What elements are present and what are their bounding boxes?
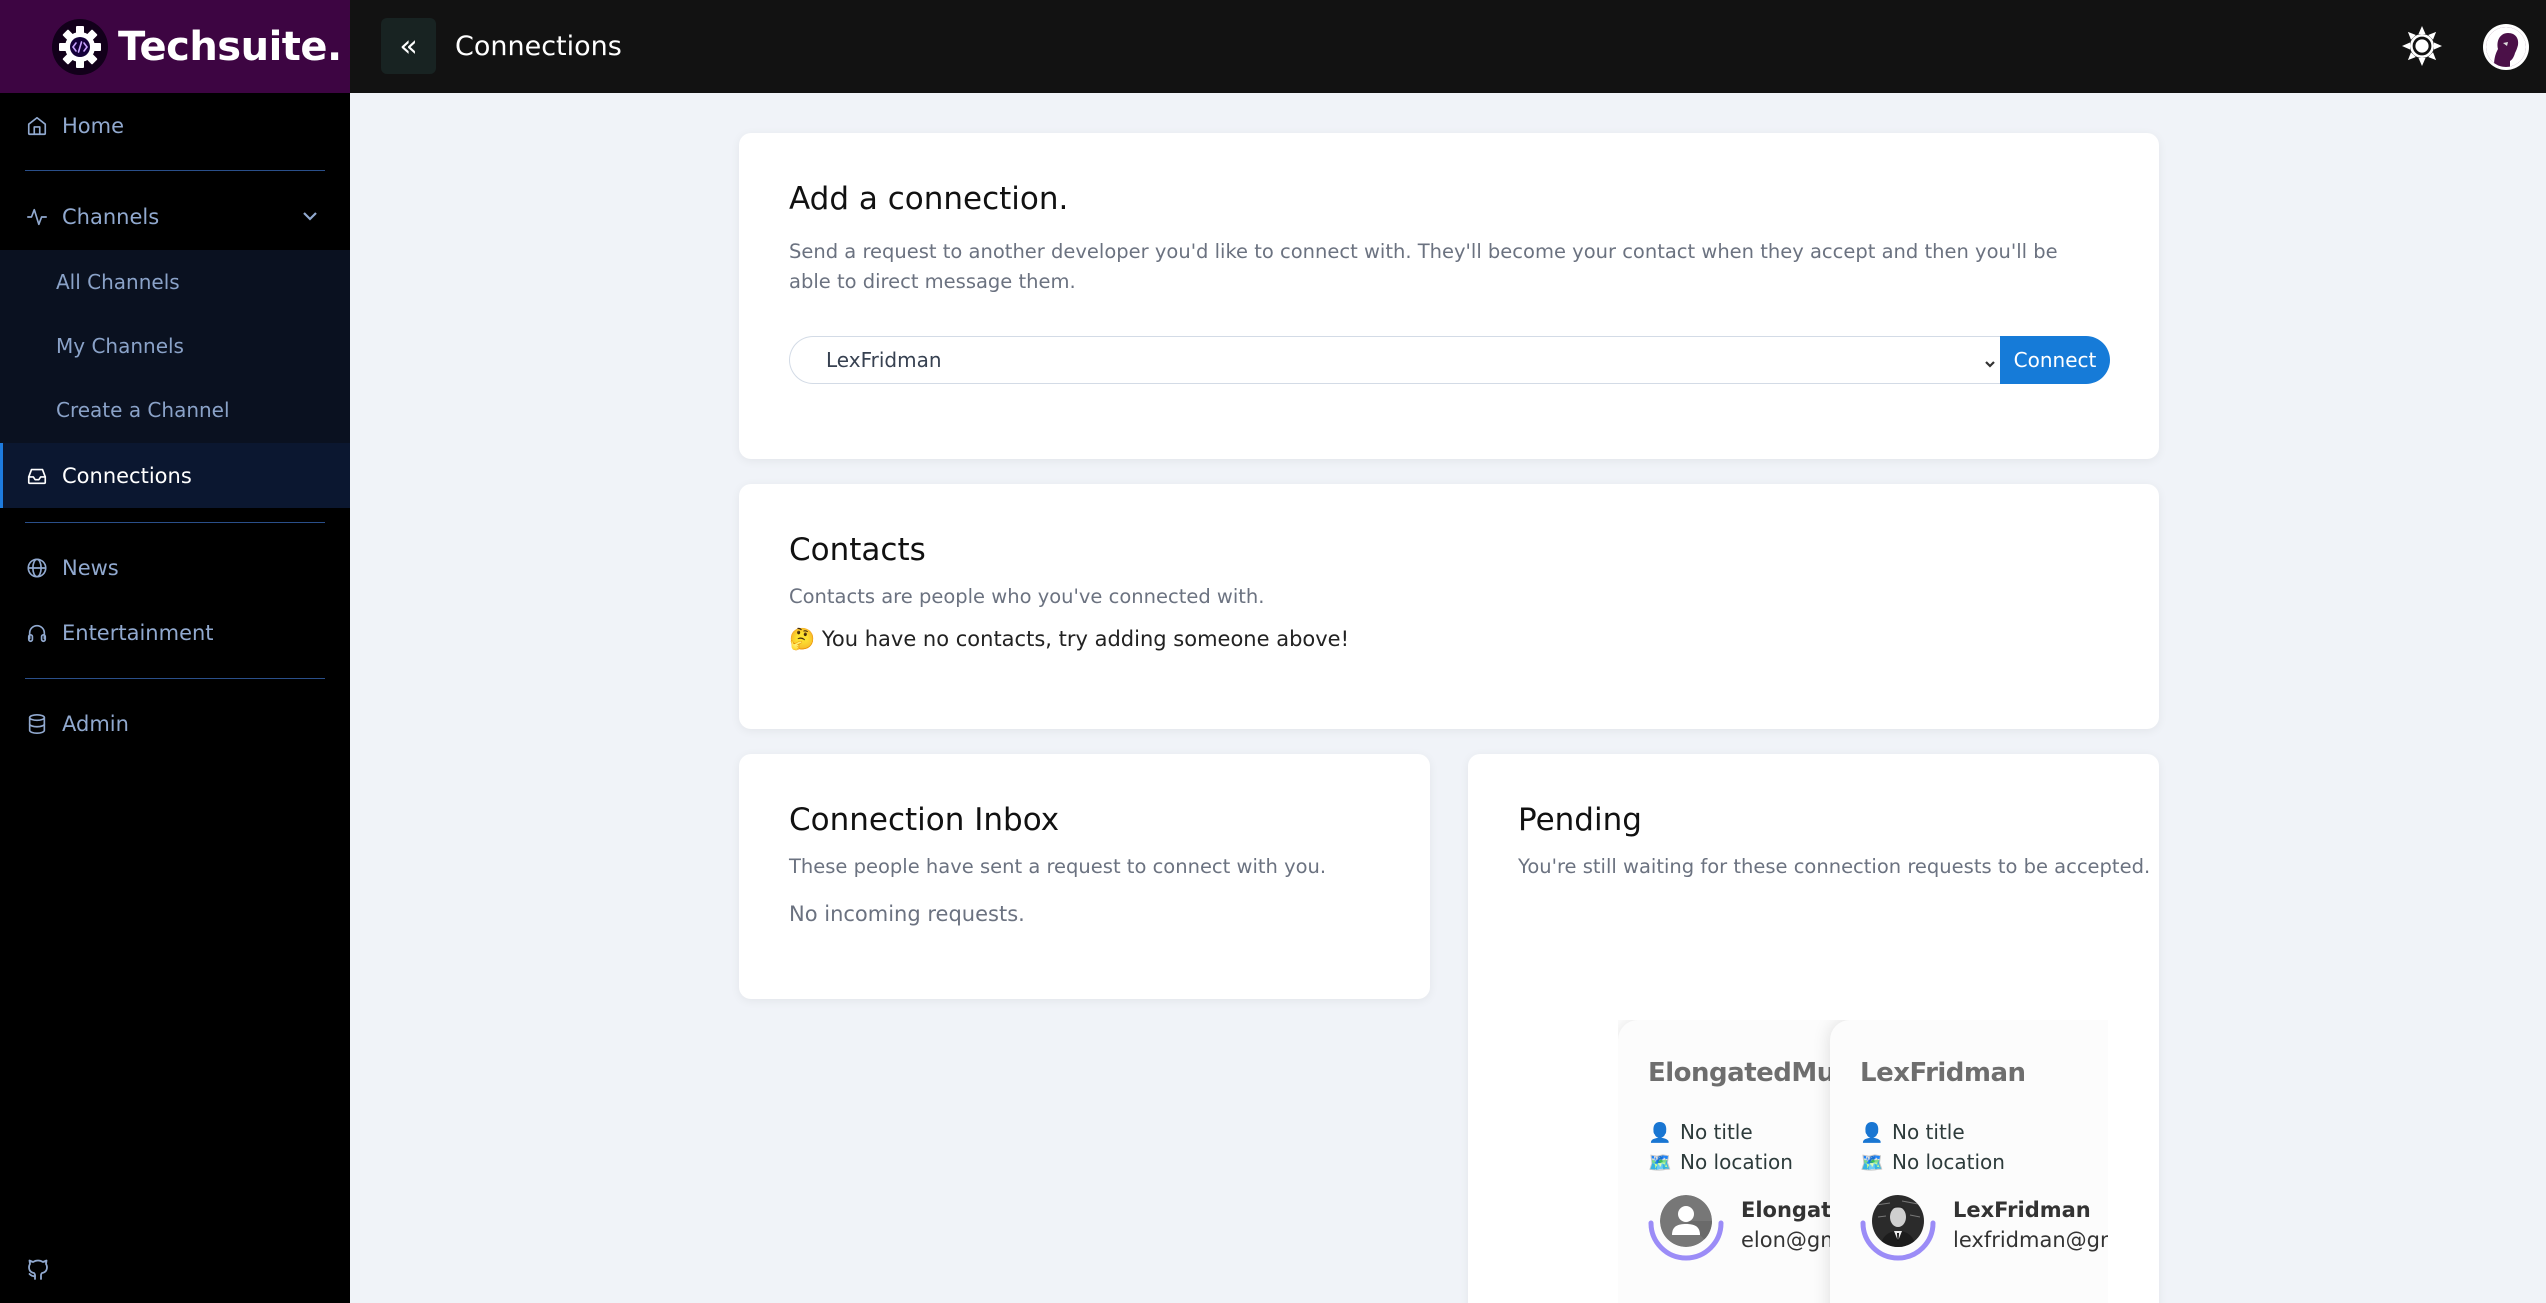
pending-title: Pending (1518, 802, 1642, 838)
sidebar-divider (25, 522, 325, 523)
github-icon[interactable] (26, 1258, 50, 1282)
theme-toggle-button[interactable] (2400, 24, 2444, 68)
add-connection-card: Add a connection. Send a request to anot… (739, 133, 2159, 459)
sidebar-item-entertainment[interactable]: Entertainment (0, 600, 350, 665)
sidebar-item-home[interactable]: Home (0, 93, 350, 158)
activity-icon (26, 206, 48, 228)
sun-icon (2402, 26, 2442, 66)
user-select[interactable]: LexFridman (789, 336, 2001, 384)
inbox-icon (26, 465, 48, 487)
person-icon: 👤 (1860, 1121, 1884, 1144)
sidebar-divider (25, 170, 325, 171)
sidebar-item-label: News (62, 555, 119, 580)
inbox-empty-message: No incoming requests. (789, 902, 1025, 926)
sidebar-item-all-channels[interactable]: All Channels (0, 250, 350, 314)
connection-inbox-card: Connection Inbox These people have sent … (739, 754, 1430, 999)
add-connection-description: Send a request to another developer you'… (789, 240, 2058, 293)
user-select-value: LexFridman (826, 348, 942, 372)
sidebar-item-my-channels[interactable]: My Channels (0, 314, 350, 378)
globe-icon (26, 557, 48, 579)
pending-description: You're still waiting for these connectio… (1518, 855, 2151, 878)
contacts-title: Contacts (789, 532, 926, 568)
default-user-avatar-icon (1660, 1195, 1712, 1247)
collapse-sidebar-button[interactable]: « (381, 18, 436, 74)
double-chevron-left-icon: « (399, 28, 418, 64)
sidebar-item-label: Entertainment (62, 620, 214, 645)
connect-button[interactable]: Connect (2000, 336, 2110, 384)
thinking-face-icon: 🤔 (789, 627, 816, 651)
world-map-icon: 🗺️ (1860, 1151, 1884, 1174)
profile-location-row: 🗺️ No location (1648, 1150, 1793, 1174)
sidebar-item-news[interactable]: News (0, 535, 350, 600)
page-title: Connections (455, 31, 622, 62)
database-icon (26, 713, 48, 735)
sidebar-item-connections[interactable]: Connections (0, 443, 350, 508)
sidebar-divider (25, 678, 325, 679)
brand[interactable]: Techsuite. (0, 0, 350, 93)
profile-username: LexFridman (1953, 1198, 2091, 1222)
brand-name: Techsuite. (118, 23, 342, 70)
profile-avatar[interactable] (1648, 1195, 1724, 1271)
profile-avatar[interactable] (1860, 1195, 1936, 1271)
person-icon: 👤 (1648, 1121, 1672, 1144)
sidebar-item-admin[interactable]: Admin (0, 691, 350, 756)
contacts-empty-message: 🤔 You have no contacts, try adding someo… (789, 627, 1350, 651)
inbox-title: Connection Inbox (789, 802, 1060, 838)
add-connection-title: Add a connection. (789, 181, 1069, 217)
inbox-description: These people have sent a request to conn… (789, 855, 1327, 878)
profile-location-row: 🗺️ No location (1860, 1150, 2005, 1174)
pending-card: Pending You're still waiting for these c… (1468, 754, 2159, 1303)
profile-title-row: 👤 No title (1860, 1120, 1965, 1144)
sidebar-item-label: Home (62, 113, 125, 138)
chevron-down-icon[interactable] (300, 206, 320, 226)
profile-title-row: 👤 No title (1648, 1120, 1753, 1144)
home-icon (26, 115, 48, 137)
top-bar: « Connections (350, 0, 2546, 93)
profile-email: lexfridman@gmail.com (1953, 1228, 2108, 1252)
chevron-down-icon (1983, 352, 1997, 368)
gear-code-logo-icon (52, 18, 108, 75)
sidebar: Techsuite. Home Channels All Channels My… (0, 0, 350, 1303)
contacts-description: Contacts are people who you've connected… (789, 585, 1265, 608)
world-map-icon: 🗺️ (1648, 1151, 1672, 1174)
contacts-card: Contacts Contacts are people who you've … (739, 484, 2159, 729)
pending-user-card[interactable]: LexFridman 👤 No title 🗺️ No location Lex… (1830, 1020, 2108, 1303)
user-avatar[interactable] (2483, 24, 2529, 70)
profile-display-name: LexFridman (1860, 1058, 2026, 1088)
user-photo-avatar (1872, 1195, 1924, 1247)
sidebar-item-label: Connections (62, 463, 192, 488)
sidebar-item-channels[interactable]: Channels (0, 184, 350, 249)
pending-carousel[interactable]: ElongatedMuskrat 👤 No title 🗺️ No locati… (1618, 1020, 2108, 1303)
avatar-image (2486, 27, 2526, 67)
headphones-icon (26, 622, 48, 644)
sidebar-item-label: Channels (62, 204, 160, 229)
sidebar-item-create-channel[interactable]: Create a Channel (0, 378, 350, 442)
sidebar-item-label: Admin (62, 711, 129, 736)
